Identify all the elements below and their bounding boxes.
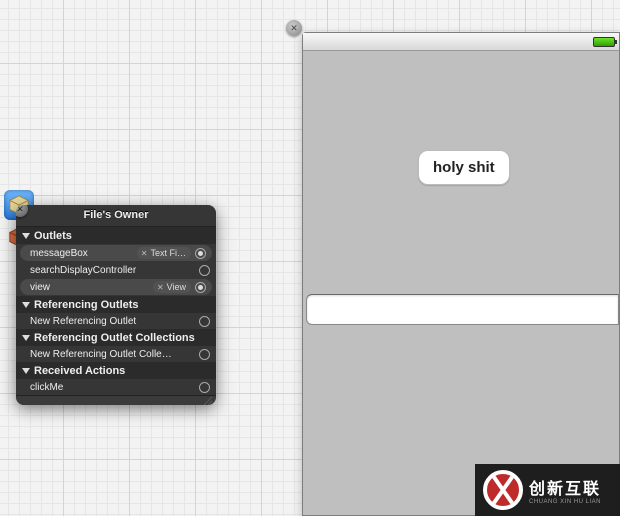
outlet-row[interactable]: searchDisplayController bbox=[16, 262, 216, 278]
section-received-actions[interactable]: Received Actions bbox=[16, 362, 216, 379]
outlet-name: New Referencing Outlet Colle… bbox=[30, 349, 172, 360]
battery-icon bbox=[593, 37, 615, 47]
section-referencing-outlet-collections[interactable]: Referencing Outlet Collections bbox=[16, 329, 216, 346]
watermark-text-cn: 创新互联 bbox=[529, 475, 601, 499]
remove-connection-icon[interactable]: ✕ bbox=[141, 249, 148, 258]
outlet-row[interactable]: view ✕View bbox=[20, 279, 212, 295]
connections-inspector-panel: ✕ File's Owner Outlets messageBox ✕Text … bbox=[16, 205, 216, 405]
connection-port-icon[interactable] bbox=[199, 382, 210, 393]
outlet-row[interactable]: messageBox ✕Text Fi… bbox=[20, 245, 212, 261]
watermark: 创新互联 CHUANG XIN HU LIAN bbox=[475, 464, 620, 516]
simulated-view-window[interactable]: holy shit bbox=[302, 32, 620, 516]
status-bar bbox=[303, 33, 619, 51]
connection-port-icon[interactable] bbox=[199, 265, 210, 276]
connection-chip[interactable]: ✕View bbox=[153, 281, 191, 293]
action-row[interactable]: clickMe bbox=[16, 379, 216, 395]
root-view[interactable]: holy shit bbox=[303, 51, 619, 515]
section-label: Referencing Outlets bbox=[34, 299, 139, 311]
holy-shit-button[interactable]: holy shit bbox=[418, 150, 510, 185]
watermark-logo-icon bbox=[483, 470, 523, 510]
section-label: Referencing Outlet Collections bbox=[34, 332, 195, 344]
connection-port-icon[interactable] bbox=[199, 349, 210, 360]
message-text-field[interactable] bbox=[306, 294, 619, 325]
outlet-row[interactable]: New Referencing Outlet Colle… bbox=[16, 346, 216, 362]
panel-resize-grip[interactable] bbox=[16, 395, 216, 405]
connection-chip[interactable]: ✕Text Fi… bbox=[137, 247, 191, 259]
action-name: clickMe bbox=[30, 382, 63, 393]
outlet-name: view bbox=[30, 282, 50, 293]
connection-port-icon[interactable] bbox=[195, 248, 206, 259]
section-label: Received Actions bbox=[34, 365, 125, 377]
outlet-name: messageBox bbox=[30, 248, 88, 259]
watermark-text-en: CHUANG XIN HU LIAN bbox=[529, 499, 601, 505]
disclosure-triangle-icon bbox=[22, 335, 30, 341]
panel-title: File's Owner bbox=[16, 205, 216, 227]
outlet-name: searchDisplayController bbox=[30, 265, 136, 276]
outlet-name: New Referencing Outlet bbox=[30, 316, 136, 327]
close-icon[interactable]: ✕ bbox=[286, 20, 302, 36]
section-referencing-outlets[interactable]: Referencing Outlets bbox=[16, 296, 216, 313]
outlet-row[interactable]: New Referencing Outlet bbox=[16, 313, 216, 329]
disclosure-triangle-icon bbox=[22, 233, 30, 239]
connection-port-icon[interactable] bbox=[199, 316, 210, 327]
section-label: Outlets bbox=[34, 230, 72, 242]
connection-port-icon[interactable] bbox=[195, 282, 206, 293]
section-outlets[interactable]: Outlets bbox=[16, 227, 216, 244]
disclosure-triangle-icon bbox=[22, 368, 30, 374]
disclosure-triangle-icon bbox=[22, 302, 30, 308]
remove-connection-icon[interactable]: ✕ bbox=[157, 283, 164, 292]
